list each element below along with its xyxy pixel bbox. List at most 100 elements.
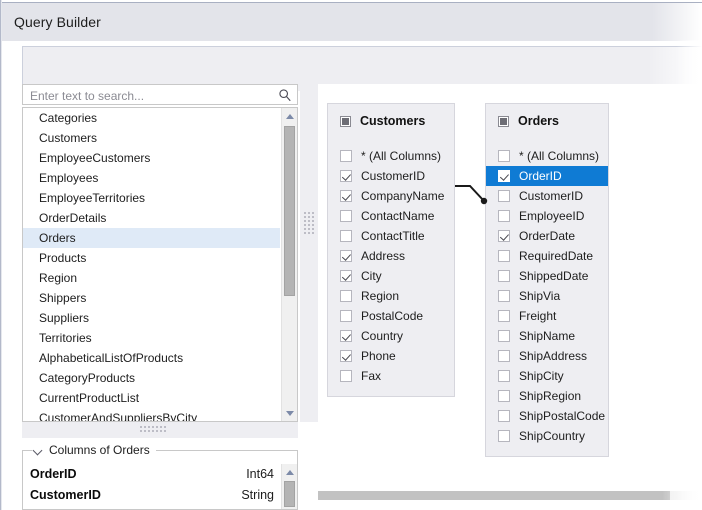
table-list-scrollbar[interactable] [281,108,297,421]
column-checkbox-row[interactable]: EmployeeID [486,206,608,226]
checkbox-icon[interactable] [340,350,352,362]
column-checkbox-row[interactable]: Freight [486,306,608,326]
checkbox-icon[interactable] [498,370,510,382]
column-checkbox-row[interactable]: City [328,266,454,286]
column-checkbox-row[interactable]: OrderID [486,166,608,186]
table-list-item[interactable]: Categories [23,108,280,128]
column-checkbox-row[interactable]: PostalCode [328,306,454,326]
table-card-header[interactable]: Customers [328,104,454,138]
table-list-item[interactable]: Orders [23,228,280,248]
checkbox-icon[interactable] [498,290,510,302]
horizontal-splitter[interactable] [22,422,298,438]
table-list-item[interactable]: EmployeeCustomers [23,148,280,168]
checkbox-icon[interactable] [340,190,352,202]
column-checkbox-row[interactable]: CustomerID [328,166,454,186]
checkbox-icon[interactable] [498,430,510,442]
column-checkbox-row[interactable]: ContactTitle [328,226,454,246]
table-list-item[interactable]: AlphabeticalListOfProducts [23,348,280,368]
checkbox-icon[interactable] [498,410,510,422]
column-checkbox-row[interactable]: ShipPostalCode [486,406,608,426]
scroll-down-button[interactable] [282,405,297,421]
search-box[interactable] [22,84,298,105]
table-list-item[interactable]: Region [23,268,280,288]
table-card-customers[interactable]: Customers * (All Columns) CustomerID Compa… [327,103,455,397]
checkbox-icon[interactable] [498,150,510,162]
column-checkbox-row[interactable]: ShipAddress [486,346,608,366]
checkbox-icon[interactable] [340,230,352,242]
table-list-item[interactable]: OrderDetails [23,208,280,228]
checkbox-icon[interactable] [340,270,352,282]
table-list-item[interactable]: CategoryProducts [23,368,280,388]
checkbox-icon[interactable] [340,330,352,342]
column-checkbox-row[interactable]: ShippedDate [486,266,608,286]
table-list[interactable]: Categories Customers EmployeeCustomers Empl… [22,107,298,422]
columns-scrollbar-thumb[interactable] [284,481,295,507]
table-list-item-label: Region [39,271,78,285]
column-label: Country [361,329,404,343]
vertical-splitter[interactable] [300,84,318,422]
table-list-item[interactable]: Territories [23,328,280,348]
diagram-canvas[interactable]: Customers * (All Columns) CustomerID Compa… [318,84,702,481]
column-checkbox-row[interactable]: Address [328,246,454,266]
checkbox-icon[interactable] [340,150,352,162]
checkbox-icon[interactable] [498,210,510,222]
table-list-item[interactable]: CustomerAndSuppliersByCity [23,408,280,421]
table-list-item[interactable]: Products [23,248,280,268]
column-checkbox-row[interactable]: Fax [328,366,454,386]
column-row[interactable]: EmployeeID Int64 [23,506,280,509]
checkbox-icon[interactable] [498,250,510,262]
checkbox-icon[interactable] [340,290,352,302]
checkbox-icon[interactable] [340,170,352,182]
splitter-grip-vertical[interactable] [304,212,314,234]
column-checkbox-row[interactable]: CustomerID [486,186,608,206]
checkbox-icon[interactable] [340,310,352,322]
scrollbar-thumb[interactable] [284,126,295,296]
search-icon[interactable] [278,88,292,102]
column-checkbox-row[interactable]: ShipCity [486,366,608,386]
column-checkbox-row[interactable]: Region [328,286,454,306]
table-list-item[interactable]: Customers [23,128,280,148]
checkbox-icon[interactable] [498,330,510,342]
column-checkbox-row[interactable]: RequiredDate [486,246,608,266]
table-list-item[interactable]: Employees [23,168,280,188]
scroll-up-button[interactable] [282,108,297,124]
column-checkbox-row[interactable]: ShipCountry [486,426,608,446]
checkbox-icon[interactable] [498,230,510,242]
hscrollbar-thumb[interactable] [318,491,670,500]
column-row[interactable]: CustomerID String [23,485,280,506]
chevron-down-icon[interactable] [34,446,43,455]
column-checkbox-row[interactable]: ContactName [328,206,454,226]
table-list-item[interactable]: EmployeeTerritories [23,188,280,208]
checkbox-icon[interactable] [498,190,510,202]
checkbox-icon[interactable] [498,170,510,182]
checkbox-icon[interactable] [498,350,510,362]
column-checkbox-row[interactable]: Phone [328,346,454,366]
checkbox-icon[interactable] [340,250,352,262]
splitter-grip-horizontal[interactable] [140,426,166,434]
table-list-item[interactable]: Shippers [23,288,280,308]
columns-scroll-up-button[interactable] [282,464,297,480]
checkbox-icon[interactable] [340,370,352,382]
table-list-item[interactable]: CurrentProductList [23,388,280,408]
columns-panel-scrollbar[interactable] [281,464,297,509]
triangle-up-icon [286,469,294,475]
table-card-header[interactable]: Orders [486,104,608,138]
column-checkbox-row[interactable]: ShipVia [486,286,608,306]
column-checkbox-row[interactable]: OrderDate [486,226,608,246]
table-card-orders[interactable]: Orders * (All Columns) OrderID CustomerID E… [485,103,609,457]
checkbox-icon[interactable] [498,270,510,282]
column-checkbox-row[interactable]: Country [328,326,454,346]
column-row[interactable]: OrderID Int64 [23,464,280,485]
canvas-horizontal-scrollbar[interactable] [318,489,702,502]
column-checkbox-row[interactable]: * (All Columns) [328,146,454,166]
search-input[interactable] [30,88,270,103]
column-checkbox-row[interactable]: * (All Columns) [486,146,608,166]
column-checkbox-row[interactable]: ShipName [486,326,608,346]
columns-panel-header[interactable]: Columns of Orders [32,442,156,458]
column-checkbox-row[interactable]: ShipRegion [486,386,608,406]
table-list-item[interactable]: Suppliers [23,308,280,328]
column-checkbox-row[interactable]: CompanyName [328,186,454,206]
checkbox-icon[interactable] [498,390,510,402]
checkbox-icon[interactable] [340,210,352,222]
checkbox-icon[interactable] [498,310,510,322]
